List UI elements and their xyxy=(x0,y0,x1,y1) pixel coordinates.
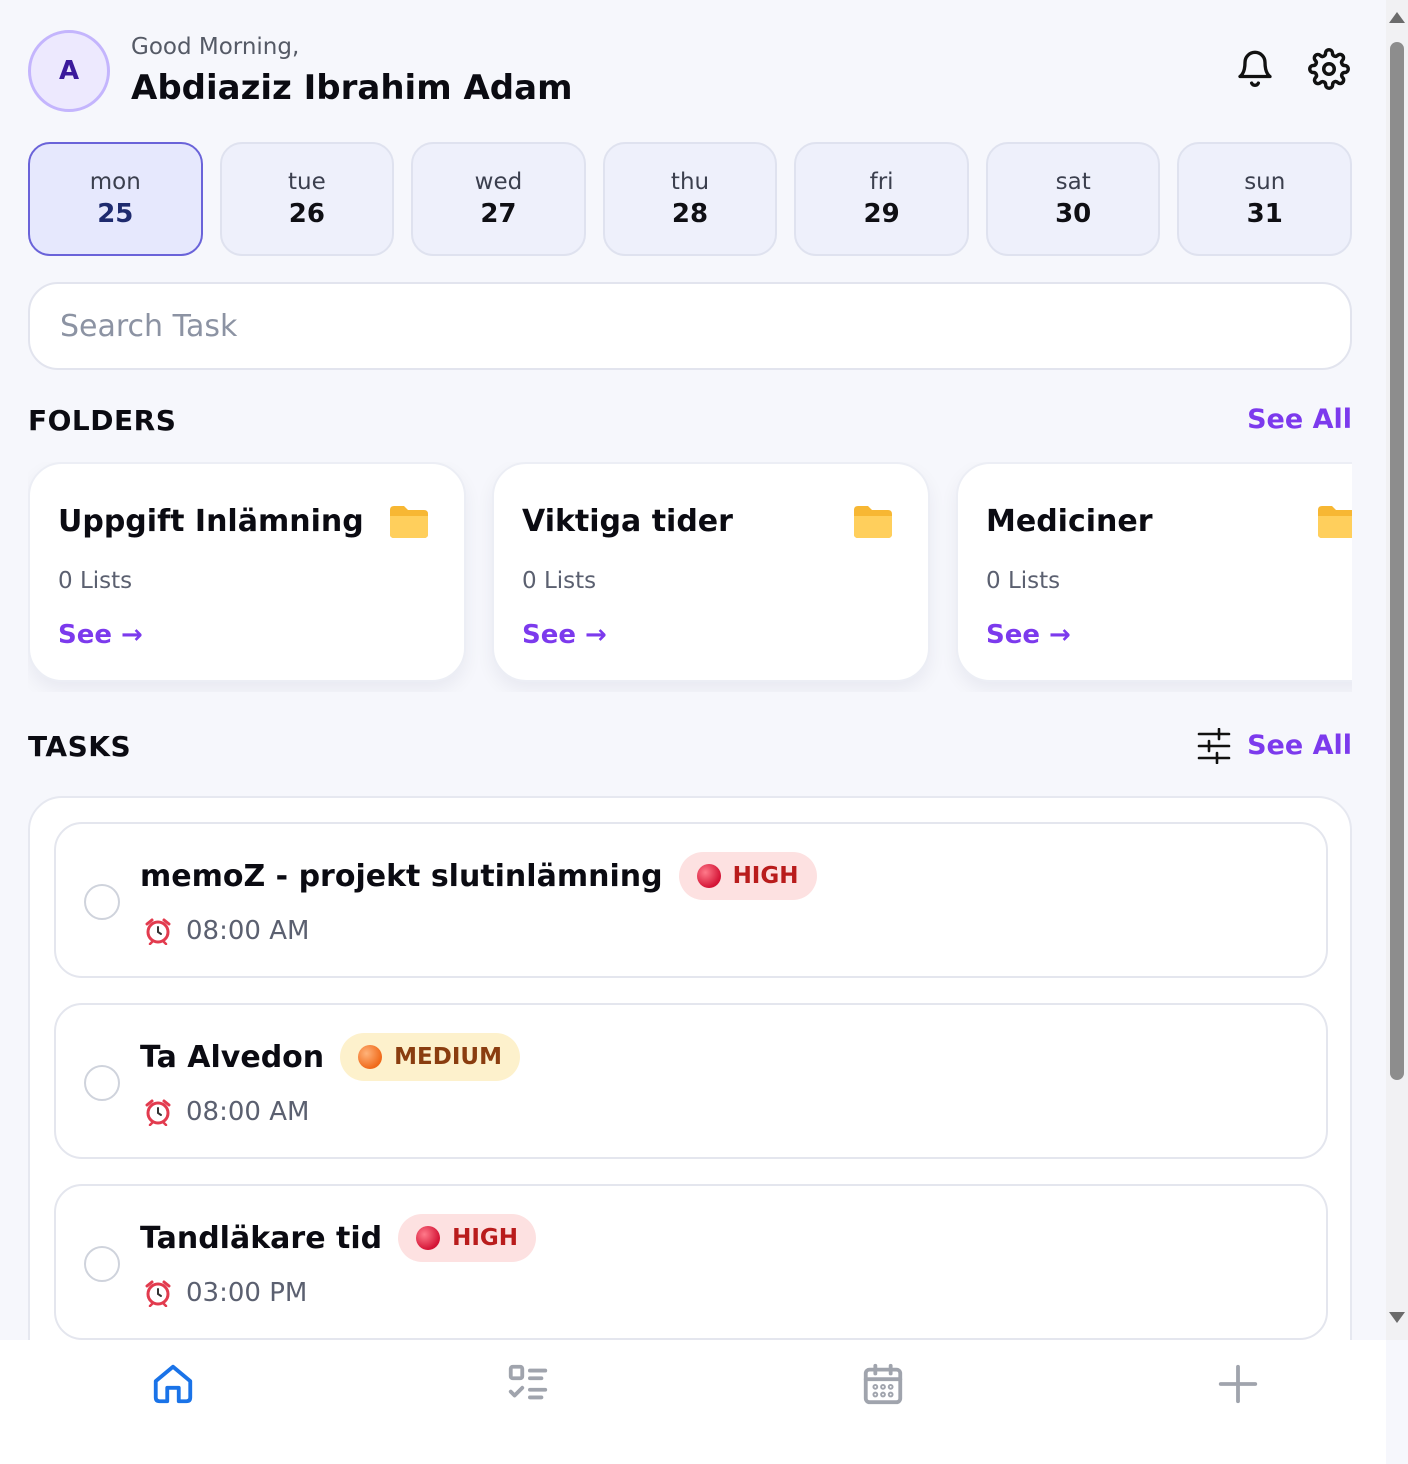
task-checkbox[interactable] xyxy=(84,1065,120,1101)
task-time-row: 08:00 AM xyxy=(144,1097,309,1127)
gear-icon xyxy=(1308,48,1350,90)
task-list: memoZ - projekt slutinlämning HIGH 08:00… xyxy=(28,796,1352,1396)
task-time: 08:00 AM xyxy=(186,916,310,946)
priority-badge: HIGH xyxy=(398,1214,537,1262)
filter-button[interactable] xyxy=(1192,724,1236,768)
nav-tasks[interactable] xyxy=(498,1354,558,1414)
day-tue[interactable]: tue 26 xyxy=(219,142,395,256)
folder-see-link[interactable]: See → xyxy=(986,620,1071,650)
day-number: 25 xyxy=(97,199,134,229)
folder-list-count: 0 Lists xyxy=(58,568,133,594)
task-title: Ta Alvedon xyxy=(140,1039,325,1075)
bottom-navigation xyxy=(0,1340,1386,1464)
day-name: tue xyxy=(287,169,326,195)
folder-see-link[interactable]: See → xyxy=(522,620,607,650)
task-title-row: Ta Alvedon MEDIUM xyxy=(140,1033,520,1081)
nav-home[interactable] xyxy=(143,1354,203,1414)
nav-add[interactable] xyxy=(1208,1354,1268,1414)
folder-title: Uppgift Inlämning xyxy=(58,504,364,539)
task-item[interactable]: Tandläkare tid HIGH 03:00 PM xyxy=(54,1184,1328,1340)
alarm-clock-icon xyxy=(145,918,171,945)
folder-title: Viktiga tider xyxy=(522,504,733,539)
scrollbar[interactable] xyxy=(1386,0,1408,1340)
task-title: Tandläkare tid xyxy=(140,1220,383,1256)
task-time: 08:00 AM xyxy=(186,1097,310,1127)
task-title-row: Tandläkare tid HIGH xyxy=(140,1214,537,1262)
priority-label: HIGH xyxy=(452,1225,519,1251)
task-time-row: 08:00 AM xyxy=(144,916,309,946)
folder-icon xyxy=(390,506,428,538)
tasks-heading: TASKS xyxy=(28,730,132,763)
bell-icon xyxy=(1238,50,1272,87)
task-time-row: 03:00 PM xyxy=(144,1278,307,1308)
day-number: 29 xyxy=(863,199,900,229)
home-screen: A Good Morning, Abdiaziz Ibrahim Adam mo… xyxy=(0,0,1408,1464)
notifications-button[interactable] xyxy=(1232,46,1278,92)
orange-circle-icon xyxy=(358,1045,383,1069)
scroll-up-arrow[interactable] xyxy=(1389,12,1405,23)
day-wed[interactable]: wed 27 xyxy=(411,142,586,256)
day-number: 31 xyxy=(1246,199,1283,229)
day-sat[interactable]: sat 30 xyxy=(985,142,1161,256)
day-thu[interactable]: thu 28 xyxy=(602,142,778,256)
search-input[interactable] xyxy=(60,308,1320,344)
nav-calendar[interactable] xyxy=(853,1354,913,1414)
task-checkbox[interactable] xyxy=(84,884,120,920)
folders-carousel[interactable]: Uppgift Inlämning 0 Lists See → Viktiga … xyxy=(28,462,1352,692)
day-mon[interactable]: mon 25 xyxy=(28,142,203,256)
day-number: 26 xyxy=(288,199,325,229)
red-circle-icon xyxy=(696,864,721,888)
alarm-clock-icon xyxy=(145,1099,171,1126)
folder-list-count: 0 Lists xyxy=(986,568,1061,594)
priority-badge: MEDIUM xyxy=(340,1033,520,1081)
folder-icon xyxy=(1318,506,1352,538)
day-name: mon xyxy=(89,169,141,195)
folder-title: Mediciner xyxy=(986,504,1153,539)
task-title: memoZ - projekt slutinlämning xyxy=(140,858,663,894)
plus-icon xyxy=(1218,1364,1258,1404)
day-selector: mon 25 tue 26 wed 27 thu 28 fri 29 sat 3… xyxy=(28,142,1353,256)
priority-label: HIGH xyxy=(732,863,799,889)
username: Abdiaziz Ibrahim Adam xyxy=(131,68,573,108)
day-number: 27 xyxy=(480,199,517,229)
red-circle-icon xyxy=(416,1226,441,1250)
folder-card[interactable]: Mediciner 0 Lists See → xyxy=(956,462,1352,682)
calendar-icon xyxy=(863,1363,903,1405)
day-number: 28 xyxy=(671,199,709,229)
search-box xyxy=(28,282,1352,370)
greeting-text: Good Morning, xyxy=(131,34,300,60)
alarm-clock-icon xyxy=(145,1280,171,1307)
task-item[interactable]: Ta Alvedon MEDIUM 08:00 AM xyxy=(54,1003,1328,1159)
task-item[interactable]: memoZ - projekt slutinlämning HIGH 08:00… xyxy=(54,822,1328,978)
folder-icon xyxy=(854,506,892,538)
day-sun[interactable]: sun 31 xyxy=(1177,142,1353,256)
avatar[interactable]: A xyxy=(28,30,110,112)
day-number: 30 xyxy=(1055,199,1092,229)
folder-see-link[interactable]: See → xyxy=(58,620,143,650)
settings-button[interactable] xyxy=(1306,46,1352,92)
day-name: wed xyxy=(474,169,523,195)
priority-label: MEDIUM xyxy=(394,1044,502,1070)
folder-list-count: 0 Lists xyxy=(522,568,597,594)
day-name: sun xyxy=(1244,169,1286,195)
scroll-thumb[interactable] xyxy=(1390,42,1404,1080)
sliders-icon xyxy=(1197,728,1231,764)
priority-badge: HIGH xyxy=(678,852,817,900)
day-name: sat xyxy=(1055,169,1091,195)
day-name: fri xyxy=(869,169,894,195)
task-list-icon xyxy=(508,1364,548,1400)
header: A Good Morning, Abdiaziz Ibrahim Adam xyxy=(28,28,1352,116)
task-checkbox[interactable] xyxy=(84,1246,120,1282)
home-icon xyxy=(153,1364,193,1404)
task-title-row: memoZ - projekt slutinlämning HIGH xyxy=(140,852,817,900)
day-name: thu xyxy=(670,169,710,195)
folder-card[interactable]: Uppgift Inlämning 0 Lists See → xyxy=(28,462,466,682)
folders-heading: FOLDERS xyxy=(28,404,177,437)
day-fri[interactable]: fri 29 xyxy=(794,142,969,256)
folder-card[interactable]: Viktiga tider 0 Lists See → xyxy=(492,462,930,682)
scroll-down-arrow[interactable] xyxy=(1389,1312,1405,1323)
task-time: 03:00 PM xyxy=(186,1278,308,1308)
folders-see-all-link[interactable]: See All xyxy=(1247,404,1352,435)
tasks-see-all-link[interactable]: See All xyxy=(1247,730,1352,761)
